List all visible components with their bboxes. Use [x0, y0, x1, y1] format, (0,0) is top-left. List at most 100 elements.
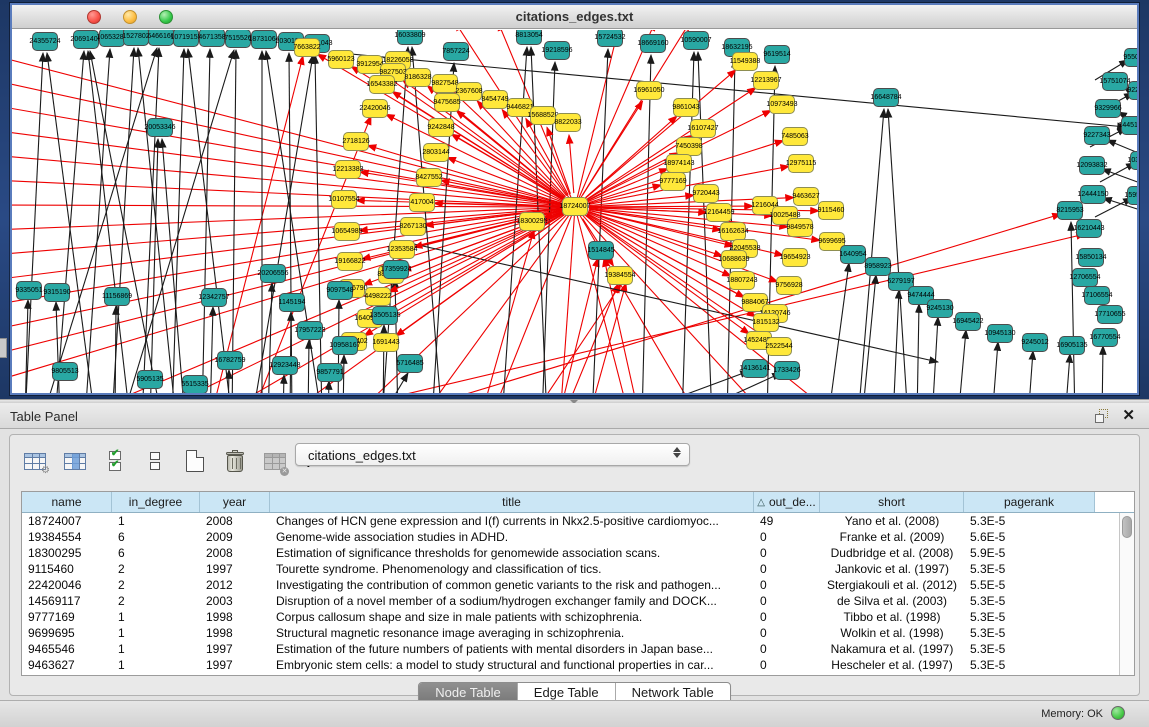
- create-table-button[interactable]: [182, 448, 208, 474]
- delete-column-button[interactable]: [222, 448, 248, 474]
- graph-node[interactable]: 9619514: [764, 45, 790, 64]
- graph-node[interactable]: 9242848: [428, 118, 454, 137]
- table-cell[interactable]: 1997: [200, 658, 270, 672]
- table-cell[interactable]: 1997: [200, 562, 270, 576]
- graph-node[interactable]: 1514845: [588, 241, 614, 260]
- table-cell[interactable]: Yano et al. (2008): [820, 514, 964, 528]
- graph-node[interactable]: 417004: [409, 193, 435, 212]
- table-cell[interactable]: 1998: [200, 610, 270, 624]
- graph-node[interactable]: 8427552: [416, 168, 442, 187]
- table-cell[interactable]: Embryonic stem cells: a model to study s…: [270, 658, 754, 672]
- graph-node[interactable]: 7515526: [225, 30, 251, 48]
- table-cell[interactable]: 2: [112, 578, 200, 592]
- column-header-short[interactable]: short: [820, 492, 964, 512]
- row-height-button[interactable]: [142, 448, 168, 474]
- column-visibility-button[interactable]: [62, 448, 88, 474]
- graph-node[interactable]: 9463627: [793, 187, 819, 206]
- graph-node[interactable]: 4498222: [365, 287, 391, 306]
- graph-node[interactable]: 10688639: [721, 250, 747, 269]
- graph-node[interactable]: 20053346: [147, 118, 173, 137]
- graph-node[interactable]: 10945130: [987, 324, 1013, 343]
- table-cell[interactable]: 1: [112, 514, 200, 528]
- table-cell[interactable]: 2008: [200, 514, 270, 528]
- graph-node[interactable]: 9245130: [927, 299, 953, 318]
- table-cell[interactable]: 6: [112, 530, 200, 544]
- table-cell[interactable]: 22420046: [22, 578, 112, 592]
- graph-node[interactable]: 1527802: [123, 30, 149, 46]
- table-row[interactable]: 2242004622012Investigating the contribut…: [22, 577, 1134, 593]
- graph-node[interactable]: 16107427: [690, 119, 716, 138]
- graph-node[interactable]: 16648784: [873, 88, 899, 107]
- column-header-out_de[interactable]: △out_de...: [754, 492, 820, 512]
- table-cell[interactable]: Dudbridge et al. (2008): [820, 546, 964, 560]
- graph-node[interactable]: 14136141: [742, 359, 768, 378]
- graph-node[interactable]: 1733426: [774, 361, 800, 380]
- graph-node[interactable]: 7663822: [294, 38, 320, 57]
- graph-node[interactable]: 16945422: [955, 312, 981, 331]
- graph-node[interactable]: 18300295: [519, 212, 545, 231]
- graph-node[interactable]: 10653287: [99, 30, 125, 47]
- graph-node[interactable]: 1145194: [279, 293, 305, 312]
- table-cell[interactable]: 18300295: [22, 546, 112, 560]
- table-row[interactable]: 977716911998Corpus callosum shape and si…: [22, 609, 1134, 625]
- graph-node[interactable]: 8822033: [555, 113, 581, 132]
- table-cell[interactable]: Nakamura et al. (1997): [820, 642, 964, 656]
- table-row[interactable]: 946362711997Embryonic stem cells: a mode…: [22, 657, 1134, 673]
- table-row[interactable]: 1456911722003Disruption of a novel membe…: [22, 593, 1134, 609]
- graph-node[interactable]: 13505135: [372, 306, 398, 325]
- graph-node[interactable]: 12975115: [788, 154, 814, 173]
- graph-node[interactable]: 16770554: [1092, 328, 1118, 347]
- table-cell[interactable]: Investigating the contribution of common…: [270, 578, 754, 592]
- network-canvas[interactable]: 1872400724355724206914061065328715278026…: [12, 30, 1137, 393]
- graph-node[interactable]: 8186328: [405, 68, 431, 87]
- graph-node[interactable]: 16543382: [369, 75, 395, 94]
- graph-node[interactable]: 12923448: [272, 356, 298, 375]
- graph-node[interactable]: 10335510: [1130, 151, 1137, 170]
- table-cell[interactable]: 5.9E-5: [964, 546, 1095, 560]
- graph-node[interactable]: 9245012: [1022, 333, 1048, 352]
- network-window-titlebar[interactable]: citations_edges.txt: [12, 5, 1137, 29]
- table-cell[interactable]: 0: [754, 594, 820, 608]
- graph-node[interactable]: 9805513: [52, 362, 78, 381]
- table-row[interactable]: 911546021997Tourette syndrome. Phenomeno…: [22, 561, 1134, 577]
- graph-node[interactable]: 5960123: [328, 50, 354, 69]
- table-cell[interactable]: 5.3E-5: [964, 562, 1095, 576]
- graph-node[interactable]: 18724007: [562, 197, 588, 216]
- graph-node[interactable]: 15688520: [530, 106, 556, 125]
- table-cell[interactable]: 5.3E-5: [964, 642, 1095, 656]
- graph-node[interactable]: 17359924: [383, 260, 409, 279]
- table-cell[interactable]: Corpus callosum shape and size in male p…: [270, 610, 754, 624]
- graph-node[interactable]: 9849578: [787, 218, 813, 237]
- graph-node[interactable]: 10107554: [331, 190, 357, 209]
- graph-node[interactable]: 5905135: [137, 370, 163, 389]
- graph-node[interactable]: 9115460: [818, 201, 844, 220]
- table-cell[interactable]: 0: [754, 626, 820, 640]
- graph-node[interactable]: 20206556: [260, 264, 286, 283]
- graph-node[interactable]: 18669160: [640, 34, 666, 53]
- graph-node[interactable]: 9227343: [1084, 126, 1110, 145]
- table-cell[interactable]: 5.3E-5: [964, 610, 1095, 624]
- table-cell[interactable]: Estimation of significance thresholds fo…: [270, 546, 754, 560]
- graph-node[interactable]: 9777169: [660, 172, 686, 191]
- table-cell[interactable]: 19384554: [22, 530, 112, 544]
- table-cell[interactable]: 0: [754, 610, 820, 624]
- graph-node[interactable]: 9475685: [434, 93, 460, 112]
- table-cell[interactable]: Disruption of a novel member of a sodium…: [270, 594, 754, 608]
- graph-node[interactable]: 5515335: [182, 375, 208, 393]
- graph-node[interactable]: 8813054: [516, 30, 542, 45]
- graph-node[interactable]: 12706554: [1072, 268, 1098, 287]
- table-row[interactable]: 1938455462009Genome-wide association stu…: [22, 529, 1134, 545]
- table-cell[interactable]: 0: [754, 546, 820, 560]
- graph-node[interactable]: 14451335: [1121, 116, 1137, 135]
- graph-node[interactable]: 9227755: [1128, 81, 1137, 100]
- column-header-pagerank[interactable]: pagerank: [964, 492, 1095, 512]
- graph-node[interactable]: 16033809: [397, 30, 423, 45]
- graph-node[interactable]: 9097548: [327, 281, 353, 300]
- graph-node[interactable]: 18807243: [729, 271, 755, 290]
- scrollbar-thumb[interactable]: [1122, 516, 1132, 538]
- table-row[interactable]: 946554611997Estimation of the future num…: [22, 641, 1134, 657]
- table-cell[interactable]: 5.6E-5: [964, 530, 1095, 544]
- graph-node[interactable]: 5716485: [397, 354, 423, 373]
- table-row[interactable]: 969969511998Structural magnetic resonanc…: [22, 625, 1134, 641]
- graph-node[interactable]: 16782759: [217, 351, 243, 370]
